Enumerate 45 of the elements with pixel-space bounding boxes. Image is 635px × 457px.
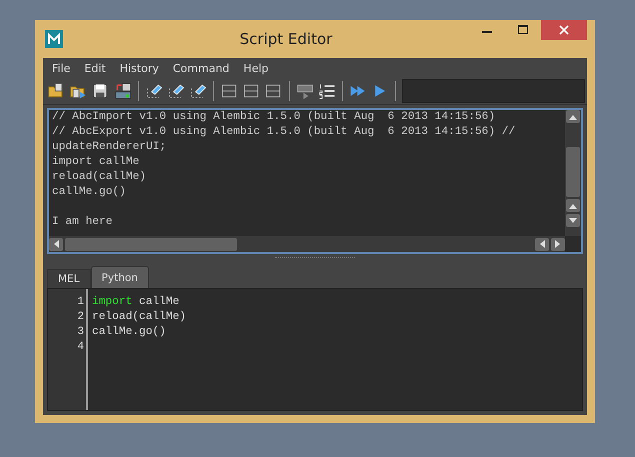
right-arrow-icon xyxy=(555,240,561,248)
command-field[interactable] xyxy=(402,79,585,103)
scroll-down-button[interactable] xyxy=(566,214,580,227)
tab[interactable]: Python xyxy=(90,266,149,288)
output-line: callMe.go() xyxy=(52,185,127,200)
scroll-up-button[interactable] xyxy=(566,199,580,212)
left-arrow-icon xyxy=(53,240,59,248)
scroll-thumb[interactable] xyxy=(65,238,237,250)
line-number: 1 xyxy=(76,295,85,310)
tab[interactable]: MEL xyxy=(47,269,91,288)
vertical-scrollbar[interactable] xyxy=(565,110,581,236)
scroll-left-button[interactable] xyxy=(49,238,63,250)
close-button[interactable] xyxy=(541,20,587,40)
menu-item[interactable]: Command xyxy=(166,62,236,74)
output-line: updateRendererUI; xyxy=(52,140,168,155)
menu-item[interactable]: History xyxy=(112,62,166,74)
up-arrow-icon xyxy=(569,202,577,208)
app-icon xyxy=(45,30,63,48)
window-title: Script Editor xyxy=(238,30,334,48)
code-editor[interactable]: 1 2 3 4 import callMe reload(callMe) callMe.go() xyxy=(47,288,583,411)
scroll-right-button[interactable] xyxy=(551,238,565,250)
code-line: reload(callMe) xyxy=(92,310,186,325)
left-arrow-icon xyxy=(539,240,545,248)
line-number: 4 xyxy=(76,340,85,355)
scroll-up-button[interactable] xyxy=(566,110,580,123)
code-line: import callMe xyxy=(92,295,180,310)
scroll-left-button[interactable] xyxy=(535,238,549,250)
output-line: reload(callMe) xyxy=(52,170,147,185)
output-line: // AbcExport v1.0 using Alembic 1.5.0 (built Aug 6 2013 14:15:56) // xyxy=(52,125,516,140)
code-line: callMe.go() xyxy=(92,325,167,340)
line-number: 2 xyxy=(76,310,85,325)
up-arrow-icon xyxy=(569,114,577,120)
output-line: I am here xyxy=(52,215,114,230)
line-number: 3 xyxy=(76,325,85,340)
save-shelf-icon[interactable] xyxy=(114,80,132,102)
menu-item[interactable]: File xyxy=(45,62,78,74)
horizontal-scrollbar[interactable] xyxy=(49,236,565,252)
maximize-icon xyxy=(518,25,528,35)
menu-item[interactable]: Edit xyxy=(77,62,113,74)
output-line: import callMe xyxy=(52,155,140,170)
output-line: // AbcImport v1.0 using Alembic 1.5.0 (built Aug 6 2013 14:15:56) xyxy=(52,110,496,125)
scroll-thumb[interactable] xyxy=(566,147,580,197)
down-arrow-icon xyxy=(569,218,577,224)
close-icon xyxy=(559,25,569,35)
menu-item[interactable]: Help xyxy=(236,62,276,74)
